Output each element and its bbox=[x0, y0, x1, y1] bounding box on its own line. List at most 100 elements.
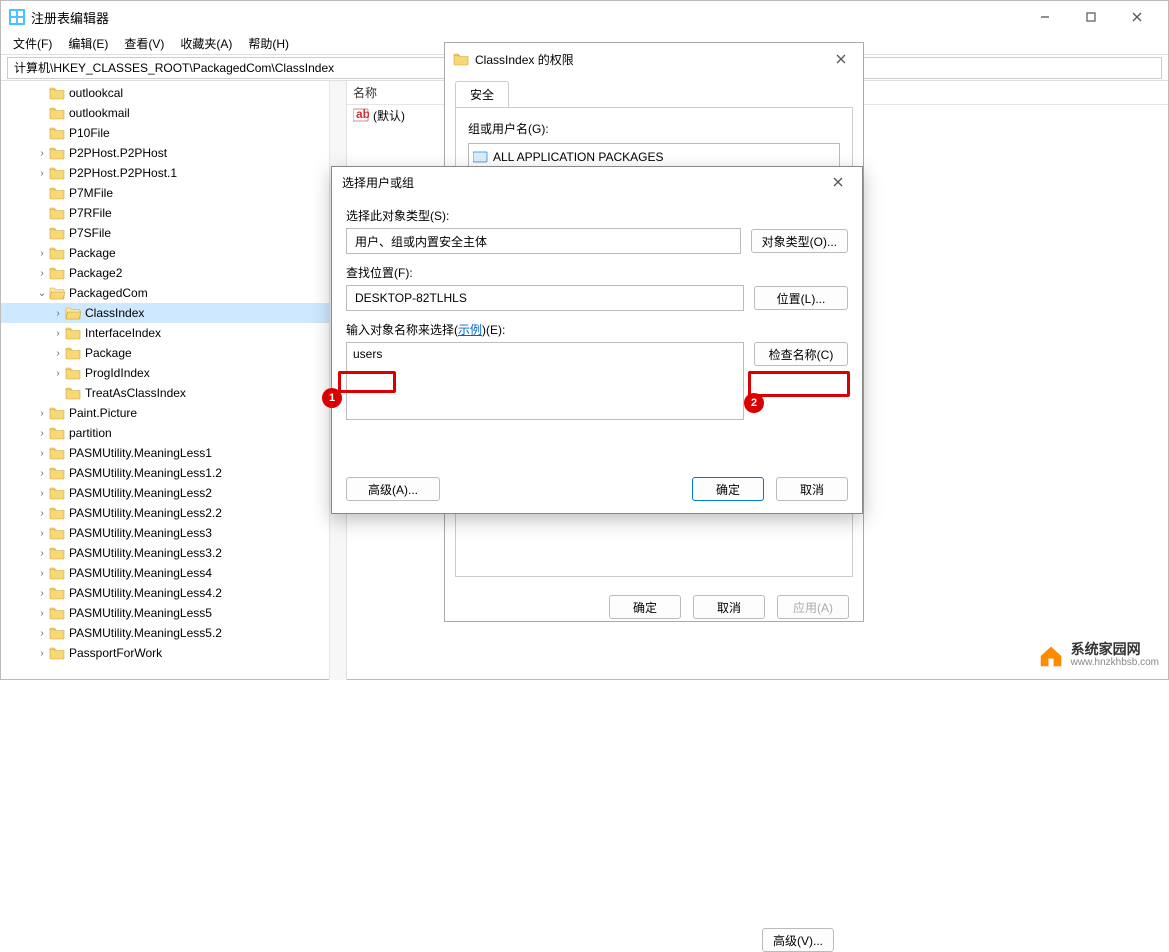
ok-button[interactable]: 确定 bbox=[692, 477, 764, 501]
select-dialog-title-bar: 选择用户或组 bbox=[332, 167, 862, 197]
tree-node[interactable]: ›ProgIdIndex bbox=[1, 363, 346, 383]
menu-favorites[interactable]: 收藏夹(A) bbox=[172, 33, 240, 54]
chevron-right-icon[interactable]: › bbox=[35, 528, 49, 539]
select-dialog-title: 选择用户或组 bbox=[342, 174, 824, 191]
tree-node[interactable]: ›PASMUtility.MeaningLess5.2 bbox=[1, 623, 346, 643]
chevron-right-icon[interactable]: › bbox=[35, 548, 49, 559]
tree-node[interactable]: ⌄PackagedCom bbox=[1, 283, 346, 303]
folder-icon bbox=[49, 486, 65, 500]
tree-node[interactable]: •TreatAsClassIndex bbox=[1, 383, 346, 403]
tree-node[interactable]: •outlookmail bbox=[1, 103, 346, 123]
chevron-right-icon[interactable]: › bbox=[35, 648, 49, 659]
tab-security[interactable]: 安全 bbox=[455, 81, 509, 107]
chevron-right-icon[interactable]: › bbox=[51, 348, 65, 359]
perm-ok-button[interactable]: 确定 bbox=[609, 595, 681, 619]
object-types-button[interactable]: 对象类型(O)... bbox=[751, 229, 848, 253]
chevron-right-icon[interactable]: › bbox=[35, 588, 49, 599]
tree-node-label: PASMUtility.MeaningLess4.2 bbox=[69, 586, 222, 600]
tree-node[interactable]: •outlookcal bbox=[1, 83, 346, 103]
select-user-group-dialog: 选择用户或组 选择此对象类型(S): 用户、组或内置安全主体 对象类型(O)..… bbox=[331, 166, 863, 514]
folder-icon bbox=[49, 146, 65, 160]
group-icon bbox=[473, 150, 489, 164]
tree-node[interactable]: •P7RFile bbox=[1, 203, 346, 223]
folder-icon bbox=[49, 526, 65, 540]
tree-node-label: PASMUtility.MeaningLess2.2 bbox=[69, 506, 222, 520]
folder-icon bbox=[49, 506, 65, 520]
tree-node[interactable]: •P7MFile bbox=[1, 183, 346, 203]
chevron-right-icon: • bbox=[51, 388, 65, 399]
menu-view[interactable]: 查看(V) bbox=[116, 33, 172, 54]
perm-cancel-button[interactable]: 取消 bbox=[693, 595, 765, 619]
tree-node[interactable]: •P7SFile bbox=[1, 223, 346, 243]
tree-node[interactable]: ›PASMUtility.MeaningLess5 bbox=[1, 603, 346, 623]
string-value-icon: ab bbox=[353, 108, 369, 122]
chevron-right-icon[interactable]: › bbox=[35, 508, 49, 519]
chevron-down-icon[interactable]: ⌄ bbox=[35, 288, 49, 299]
tree-node[interactable]: ›Package2 bbox=[1, 263, 346, 283]
chevron-right-icon[interactable]: › bbox=[51, 328, 65, 339]
chevron-right-icon[interactable]: › bbox=[35, 408, 49, 419]
tree-node[interactable]: ›P2PHost.P2PHost bbox=[1, 143, 346, 163]
tree-node-label: partition bbox=[69, 426, 112, 440]
close-icon[interactable] bbox=[824, 168, 852, 196]
folder-icon bbox=[49, 626, 65, 640]
cancel-button[interactable]: 取消 bbox=[776, 477, 848, 501]
chevron-right-icon[interactable]: › bbox=[35, 248, 49, 259]
tree-node-label: PASMUtility.MeaningLess3.2 bbox=[69, 546, 222, 560]
object-type-label: 选择此对象类型(S): bbox=[346, 207, 848, 224]
home-icon bbox=[1037, 644, 1065, 668]
tree-node[interactable]: ›Package bbox=[1, 243, 346, 263]
folder-icon bbox=[49, 226, 65, 240]
advanced-button[interactable]: 高级(A)... bbox=[346, 477, 440, 501]
menu-help[interactable]: 帮助(H) bbox=[240, 33, 297, 54]
advanced-perm-button[interactable]: 高级(V)... bbox=[762, 928, 834, 952]
folder-icon bbox=[65, 326, 81, 340]
group-item[interactable]: ALL APPLICATION PACKAGES bbox=[473, 148, 835, 166]
tree-node[interactable]: › partition bbox=[1, 423, 346, 443]
chevron-right-icon: • bbox=[35, 188, 49, 199]
tree-node[interactable]: ›PASMUtility.MeaningLess4 bbox=[1, 563, 346, 583]
chevron-right-icon[interactable]: › bbox=[35, 428, 49, 439]
object-names-input[interactable]: users bbox=[346, 342, 744, 420]
value-name: (默认) bbox=[373, 107, 405, 124]
menu-edit[interactable]: 编辑(E) bbox=[60, 33, 116, 54]
tree-node[interactable]: › PASMUtility.MeaningLess3.2 bbox=[1, 543, 346, 563]
chevron-right-icon[interactable]: › bbox=[35, 148, 49, 159]
tree-node[interactable]: ›PASMUtility.MeaningLess1.2 bbox=[1, 463, 346, 483]
tree-node[interactable]: ›PassportForWork bbox=[1, 643, 346, 663]
locations-button[interactable]: 位置(L)... bbox=[754, 286, 848, 310]
chevron-right-icon[interactable]: › bbox=[35, 568, 49, 579]
folder-icon bbox=[49, 206, 65, 220]
tree-node[interactable]: ›ClassIndex bbox=[1, 303, 346, 323]
chevron-right-icon[interactable]: › bbox=[35, 608, 49, 619]
chevron-right-icon[interactable]: › bbox=[35, 468, 49, 479]
chevron-right-icon[interactable]: › bbox=[35, 628, 49, 639]
tree-node[interactable]: ›PASMUtility.MeaningLess1 bbox=[1, 443, 346, 463]
tree-node[interactable]: › PASMUtility.MeaningLess4.2 bbox=[1, 583, 346, 603]
tree-node[interactable]: › P2PHost.P2PHost.1 bbox=[1, 163, 346, 183]
chevron-right-icon[interactable]: › bbox=[51, 308, 65, 319]
chevron-right-icon[interactable]: › bbox=[35, 268, 49, 279]
tree-node[interactable]: ›PASMUtility.MeaningLess2 bbox=[1, 483, 346, 503]
folder-icon bbox=[65, 366, 81, 380]
maximize-button[interactable] bbox=[1068, 1, 1114, 33]
tree-node[interactable]: › PASMUtility.MeaningLess2.2 bbox=[1, 503, 346, 523]
folder-icon bbox=[49, 566, 65, 580]
chevron-right-icon[interactable]: › bbox=[51, 368, 65, 379]
minimize-button[interactable] bbox=[1022, 1, 1068, 33]
tree-node[interactable]: ›Package bbox=[1, 343, 346, 363]
menu-file[interactable]: 文件(F) bbox=[5, 33, 60, 54]
tree-node[interactable]: ›Paint.Picture bbox=[1, 403, 346, 423]
tree-node[interactable]: ›PASMUtility.MeaningLess3 bbox=[1, 523, 346, 543]
check-names-button[interactable]: 检查名称(C) bbox=[754, 342, 848, 366]
close-button[interactable] bbox=[1114, 1, 1160, 33]
tree-node[interactable]: ›InterfaceIndex bbox=[1, 323, 346, 343]
chevron-right-icon[interactable]: › bbox=[35, 448, 49, 459]
example-link[interactable]: 示例 bbox=[458, 323, 482, 337]
tree-node-label: P2PHost.P2PHost.1 bbox=[69, 166, 177, 180]
close-icon[interactable] bbox=[827, 45, 855, 73]
chevron-right-icon[interactable]: › bbox=[35, 488, 49, 499]
chevron-right-icon[interactable]: › bbox=[35, 168, 49, 179]
tree-node[interactable]: •P10File bbox=[1, 123, 346, 143]
tree-pane[interactable]: •outlookcal•outlookmail•P10File›P2PHost.… bbox=[1, 81, 347, 680]
